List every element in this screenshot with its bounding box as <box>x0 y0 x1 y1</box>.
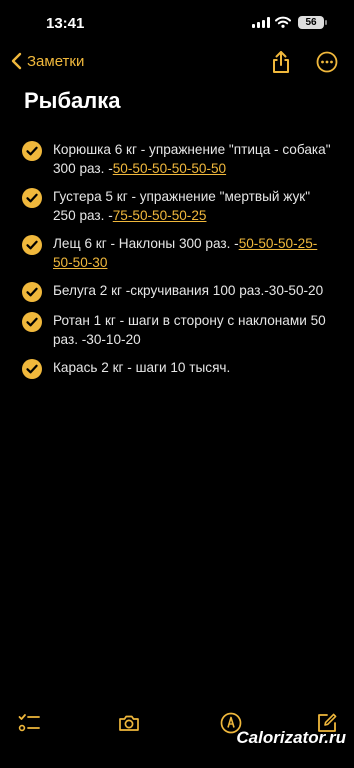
chevron-left-icon <box>11 52 22 70</box>
checkmark-circle-icon[interactable] <box>22 235 42 255</box>
battery-icon: 56 <box>298 16 327 29</box>
checklist-item[interactable]: Корюшка 6 кг - упражнение "птица - собак… <box>22 140 332 178</box>
detected-number-link[interactable]: 75-50-50-50-25 <box>113 208 207 223</box>
checkmark-circle-icon[interactable] <box>22 312 42 332</box>
checklist-item-text[interactable]: Ротан 1 кг - шаги в сторону с наклонами … <box>53 311 332 349</box>
status-time: 13:41 <box>46 15 85 32</box>
checklist-item-text[interactable]: Густера 5 кг - упражнение "мертвый жук" … <box>53 187 332 225</box>
checklist-item-label: Ротан 1 кг - шаги в сторону с наклонами … <box>53 313 326 347</box>
checklist-item-text[interactable]: Карась 2 кг - шаги 10 тысяч. <box>53 358 230 377</box>
checkmark-circle-icon[interactable] <box>22 141 42 161</box>
checklist-item[interactable]: Лещ 6 кг - Наклоны 300 раз. -50-50-50-25… <box>22 234 332 272</box>
checklist-item-label: Белуга 2 кг -скручивания 100 раз.-30-50-… <box>53 283 324 298</box>
battery-level: 56 <box>305 17 317 28</box>
watermark: Calorizator.ru <box>236 728 346 747</box>
checkmark-circle-icon[interactable] <box>22 359 42 379</box>
navigation-bar: Заметки <box>0 48 354 78</box>
checklist-item-label: Лещ 6 кг - Наклоны 300 раз. - <box>53 236 239 251</box>
wifi-icon <box>275 16 291 28</box>
checklist-item-text[interactable]: Корюшка 6 кг - упражнение "птица - собак… <box>53 140 332 178</box>
status-bar: 13:41 56 <box>0 0 354 46</box>
checkmark-circle-icon[interactable] <box>22 282 42 302</box>
checklist-item[interactable]: Густера 5 кг - упражнение "мертвый жук" … <box>22 187 332 225</box>
checklist-icon[interactable] <box>18 712 40 734</box>
checklist-item[interactable]: Карась 2 кг - шаги 10 тысяч. <box>22 358 332 379</box>
checklist-item-text[interactable]: Белуга 2 кг -скручивания 100 раз.-30-50-… <box>53 281 323 300</box>
checklist-item-text[interactable]: Лещ 6 кг - Наклоны 300 раз. -50-50-50-25… <box>53 234 332 272</box>
checkmark-circle-icon[interactable] <box>22 188 42 208</box>
camera-icon[interactable] <box>118 712 140 734</box>
back-button[interactable]: Заметки <box>10 52 84 70</box>
checklist: Корюшка 6 кг - упражнение "птица - собак… <box>22 140 332 388</box>
more-options-icon[interactable] <box>316 51 338 73</box>
checklist-item[interactable]: Белуга 2 кг -скручивания 100 раз.-30-50-… <box>22 281 332 302</box>
checklist-item[interactable]: Ротан 1 кг - шаги в сторону с наклонами … <box>22 311 332 349</box>
share-icon[interactable] <box>271 50 291 74</box>
checklist-item-label: Карась 2 кг - шаги 10 тысяч. <box>53 360 231 375</box>
back-button-label: Заметки <box>27 52 85 70</box>
note-title[interactable]: Рыбалка <box>24 88 121 114</box>
detected-number-link[interactable]: 50-50-50-50-50-50 <box>113 161 226 176</box>
cellular-signal-icon <box>252 17 270 28</box>
